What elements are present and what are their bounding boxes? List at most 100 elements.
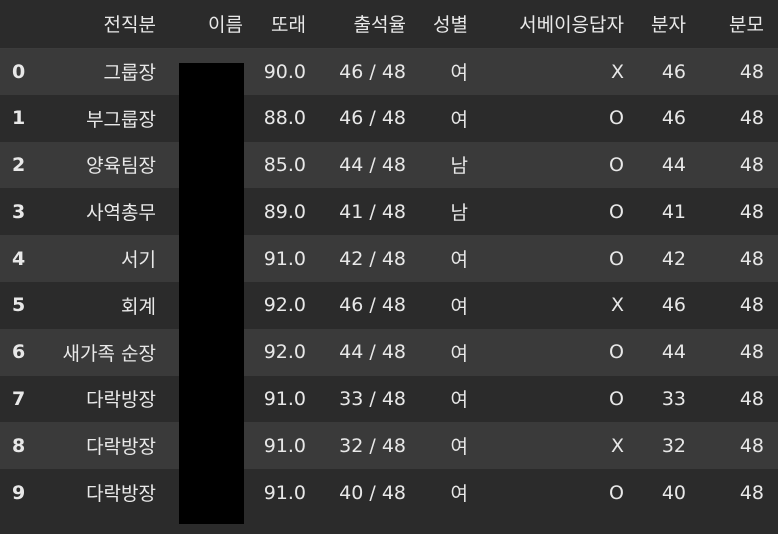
cell-attendance: 46 / 48: [339, 60, 406, 83]
table-row: 2 양육팀장 85.0 44 / 48 남 O 44 48: [0, 141, 778, 189]
cell-numerator: 44: [661, 341, 686, 364]
cell-score: 91.0: [263, 247, 306, 270]
cell-survey: O: [609, 481, 624, 504]
table-row: 3 사역총무 89.0 41 / 48 남 O 41 48: [0, 188, 778, 236]
cell-score: 92.0: [263, 294, 306, 317]
header-sex: 성별: [420, 0, 482, 49]
cell-denominator: 48: [739, 107, 764, 130]
cell-denominator: 48: [739, 153, 764, 176]
cell-attendance: 32 / 48: [339, 434, 406, 457]
cell-numerator: 46: [661, 60, 686, 83]
table-row: 7 다락방장 91.0 33 / 48 여 O 33 48: [0, 375, 778, 423]
redaction-block: [179, 63, 244, 524]
cell-role: 다락방장: [86, 436, 156, 459]
cell-denominator: 48: [739, 247, 764, 270]
header-score: 또래: [257, 0, 320, 49]
cell-sex: 여: [450, 295, 468, 318]
cell-numerator: 33: [661, 387, 686, 410]
cell-attendance: 46 / 48: [339, 107, 406, 130]
cell-attendance: 46 / 48: [339, 294, 406, 317]
table-row: 4 서기 91.0 42 / 48 여 O 42 48: [0, 235, 778, 282]
cell-attendance: 44 / 48: [339, 153, 406, 176]
cell-numerator: 41: [661, 200, 686, 223]
table-row: 0 그룹장 90.0 46 / 48 여 X 46 48: [0, 48, 778, 95]
cell-sex: 여: [450, 62, 468, 85]
row-index: 0: [12, 60, 26, 83]
cell-survey: O: [609, 341, 624, 364]
cell-sex: 남: [450, 202, 468, 225]
table-row: 1 부그룹장 88.0 46 / 48 여 O 46 48: [0, 94, 778, 142]
header-row: 전직분 이름 또래 출석율 성별 서베이응답자 분자 분모: [0, 0, 778, 49]
cell-denominator: 48: [739, 481, 764, 504]
cell-numerator: 44: [661, 153, 686, 176]
cell-role: 사역총무: [86, 202, 156, 225]
cell-denominator: 48: [739, 434, 764, 457]
cell-role: 새가족 순장: [62, 342, 156, 365]
row-index: 6: [12, 341, 26, 364]
cell-denominator: 48: [739, 200, 764, 223]
row-index: 8: [12, 434, 26, 457]
header-role: 전직분: [30, 0, 170, 49]
row-index: 1: [12, 107, 26, 130]
cell-survey: O: [609, 153, 624, 176]
table-row: 8 다락방장 91.0 32 / 48 여 X 32 48: [0, 422, 778, 470]
cell-sex: 여: [450, 436, 468, 459]
cell-survey: X: [610, 434, 624, 457]
cell-role: 다락방장: [86, 389, 156, 412]
row-index: 2: [12, 153, 26, 176]
cell-denominator: 48: [739, 341, 764, 364]
header-numerator: 분자: [638, 0, 700, 49]
cell-sex: 여: [450, 108, 468, 131]
cell-sex: 여: [450, 483, 468, 506]
table-body: 0 그룹장 90.0 46 / 48 여 X 46 48 1 부그룹장 88.0 46 / 48 여 O 4…: [0, 48, 778, 516]
cell-sex: 여: [450, 249, 468, 272]
cell-attendance: 44 / 48: [339, 341, 406, 364]
cell-numerator: 46: [661, 294, 686, 317]
cell-score: 91.0: [263, 387, 306, 410]
table-row: 9 다락방장 91.0 40 / 48 여 O 40 48: [0, 469, 778, 516]
cell-score: 88.0: [263, 107, 306, 130]
table-row: 6 새가족 순장 92.0 44 / 48 여 O 44 48: [0, 328, 778, 376]
table-header: 전직분 이름 또래 출석율 성별 서베이응답자 분자 분모: [0, 0, 778, 49]
cell-survey: X: [610, 60, 624, 83]
cell-sex: 여: [450, 389, 468, 412]
cell-sex: 여: [450, 342, 468, 365]
table-row: 5 회계 92.0 46 / 48 여 X 46 48: [0, 281, 778, 329]
cell-denominator: 48: [739, 387, 764, 410]
row-index: 5: [12, 294, 26, 317]
header-name: 이름: [170, 0, 257, 49]
cell-denominator: 48: [739, 294, 764, 317]
cell-sex: 남: [450, 155, 468, 178]
dataframe-view: 전직분 이름 또래 출석율 성별 서베이응답자 분자 분모 0 그룹장 90.0 46…: [0, 0, 778, 534]
cell-survey: X: [610, 294, 624, 317]
cell-score: 89.0: [263, 200, 306, 223]
cell-role: 다락방장: [86, 483, 156, 506]
row-index: 9: [12, 481, 26, 504]
cell-role: 부그룹장: [86, 108, 156, 131]
cell-survey: O: [609, 107, 624, 130]
cell-score: 90.0: [263, 60, 306, 83]
cell-role: 그룹장: [103, 62, 156, 85]
cell-denominator: 48: [739, 60, 764, 83]
cell-attendance: 40 / 48: [339, 481, 406, 504]
cell-attendance: 42 / 48: [339, 247, 406, 270]
row-index: 4: [12, 247, 26, 270]
cell-score: 91.0: [263, 434, 306, 457]
header-attendance: 출석율: [320, 0, 420, 49]
cell-survey: O: [609, 247, 624, 270]
cell-score: 92.0: [263, 341, 306, 364]
row-index: 3: [12, 200, 26, 223]
cell-score: 91.0: [263, 481, 306, 504]
cell-numerator: 32: [661, 434, 686, 457]
header-denominator: 분모: [700, 0, 778, 49]
cell-survey: O: [609, 387, 624, 410]
cell-attendance: 41 / 48: [339, 200, 406, 223]
dataframe-table: 전직분 이름 또래 출석율 성별 서베이응답자 분자 분모 0 그룹장 90.0 46…: [0, 0, 778, 516]
cell-attendance: 33 / 48: [339, 387, 406, 410]
cell-role: 서기: [121, 249, 156, 272]
row-index: 7: [12, 387, 26, 410]
header-survey: 서베이응답자: [482, 0, 638, 49]
header-index: [0, 0, 30, 49]
cell-numerator: 46: [661, 107, 686, 130]
cell-role: 회계: [121, 295, 156, 318]
